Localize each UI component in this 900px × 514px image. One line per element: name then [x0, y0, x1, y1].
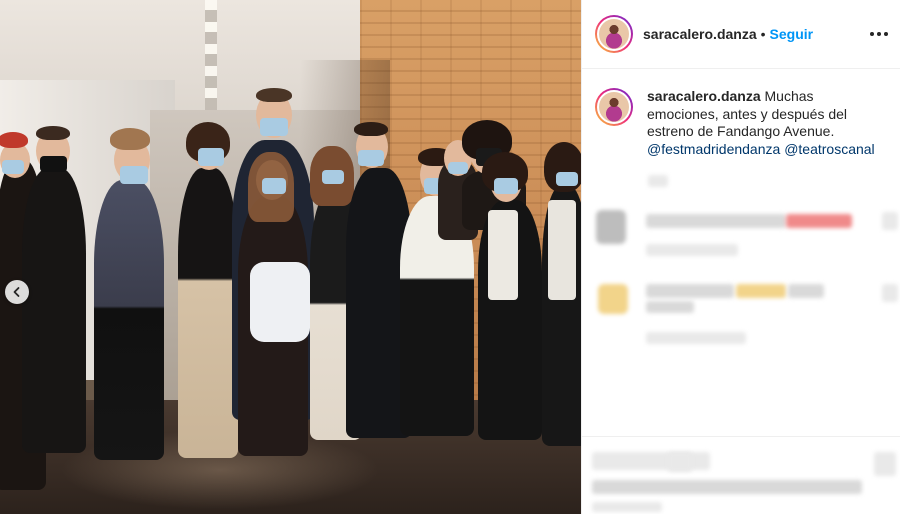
caption-username[interactable]: saracalero.danza — [647, 88, 761, 104]
caption-text: saracalero.danza Muchas emociones, antes… — [647, 88, 887, 158]
post-sidebar: saracalero.danza • Seguir saracalero.dan… — [581, 0, 900, 514]
more-options-icon[interactable] — [870, 32, 888, 36]
chevron-left-icon — [13, 287, 20, 297]
post-photo[interactable] — [0, 0, 581, 514]
post-header: saracalero.danza • Seguir — [582, 0, 900, 69]
post-caption: saracalero.danza Muchas emociones, antes… — [582, 69, 900, 158]
separator-dot: • — [760, 26, 766, 42]
carousel-prev-button[interactable] — [5, 280, 29, 304]
caption-tag-teatroscanal[interactable]: @teatroscanal — [784, 141, 874, 157]
profile-username[interactable]: saracalero.danza — [643, 26, 757, 42]
profile-avatar[interactable] — [595, 15, 633, 53]
caption-tag-festmadridendanza[interactable]: @festmadridendanza — [647, 141, 780, 157]
caption-avatar[interactable] — [595, 88, 633, 126]
follow-button[interactable]: Seguir — [770, 26, 814, 42]
